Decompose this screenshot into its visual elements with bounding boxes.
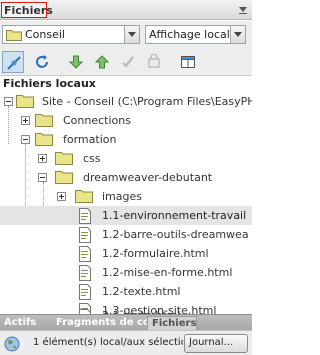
site-icon — [16, 95, 34, 108]
check-out-icon — [122, 56, 134, 68]
tree-row-site[interactable]: Site - Conseil (C:\Program Files\EasyPH — [0, 92, 252, 111]
check-out-button[interactable] — [117, 51, 139, 73]
folder-icon — [35, 133, 53, 146]
files-toolbar — [0, 48, 252, 76]
folder-icon — [35, 114, 53, 127]
html-file-icon — [79, 284, 91, 300]
tree-row-file[interactable]: 1.2-texte.html — [0, 282, 252, 301]
options-icon[interactable] — [238, 5, 248, 15]
tab-fichiers[interactable]: Fichiers — [147, 316, 197, 331]
tree-row-dreamweaver-debutant[interactable]: dreamweaver-debutant — [0, 168, 252, 187]
folder-icon — [75, 190, 93, 203]
site-select[interactable]: Conseil — [2, 25, 140, 44]
tree-row-file[interactable]: 1.2-barre-outils-dreamwea — [0, 225, 252, 244]
get-files-icon — [68, 55, 84, 69]
html-file-icon — [79, 265, 91, 281]
folder-icon — [55, 171, 73, 184]
collapse-icon[interactable] — [21, 135, 30, 144]
tree-row-images[interactable]: images — [0, 187, 252, 206]
status-bar: 1 élément(s) local/aux sélection Journal… — [0, 330, 252, 355]
put-files-button[interactable] — [91, 51, 113, 73]
panel-header: Fichiers — [0, 0, 252, 20]
tree-row-file[interactable]: 1.2-formulaire.html — [0, 244, 252, 263]
get-files-button[interactable] — [65, 51, 87, 73]
refresh-button[interactable] — [31, 51, 53, 73]
folder-icon — [6, 30, 22, 41]
connect-icon — [7, 56, 21, 70]
expand-icon[interactable] — [38, 154, 47, 163]
status-text: 1 élément(s) local/aux sélection — [33, 337, 183, 348]
site-controls: Conseil Affichage local — [0, 21, 252, 48]
view-select[interactable]: Affichage local — [145, 25, 246, 44]
tree-row-file[interactable]: 1.2-mise-en-forme.html — [0, 263, 252, 282]
expand-icon[interactable] — [57, 192, 66, 201]
tab-actifs[interactable]: Actifs — [0, 316, 40, 331]
tree-header: Fichiers locaux — [0, 77, 252, 92]
chevron-down-icon[interactable] — [124, 26, 139, 43]
refresh-icon — [36, 55, 48, 68]
file-tree: Site - Conseil (C:\Program Files\EasyPH … — [0, 92, 252, 314]
tree-row-formation[interactable]: formation — [0, 130, 252, 149]
globe-icon — [4, 336, 20, 352]
site-select-value: Conseil — [25, 28, 65, 41]
tree-row-css[interactable]: css — [0, 149, 252, 168]
journal-button[interactable]: Journal... — [184, 334, 248, 353]
html-file-icon — [79, 246, 91, 262]
collapse-icon[interactable] — [4, 97, 13, 106]
chevron-down-icon[interactable] — [230, 26, 245, 43]
folder-icon — [55, 152, 73, 165]
panel-tabs: Actifs Fragments de code Fichiers — [0, 314, 252, 331]
panel-title-tab[interactable]: Fichiers — [1, 2, 53, 18]
collapse-icon[interactable] — [38, 173, 47, 182]
html-file-icon — [79, 227, 91, 243]
view-select-value: Affichage local — [149, 28, 230, 41]
tree-row-file-selected[interactable]: 1.1-environnement-travail — [0, 206, 252, 225]
check-in-button[interactable] — [143, 51, 165, 73]
html-file-icon — [79, 208, 91, 224]
put-files-icon — [94, 55, 110, 69]
expand-panel-button[interactable] — [177, 51, 199, 73]
connect-button[interactable] — [2, 51, 24, 73]
expand-panel-icon — [181, 56, 195, 68]
check-in-icon — [148, 54, 160, 68]
tree-row-connections[interactable]: Connections — [0, 111, 252, 130]
expand-icon[interactable] — [21, 116, 30, 125]
